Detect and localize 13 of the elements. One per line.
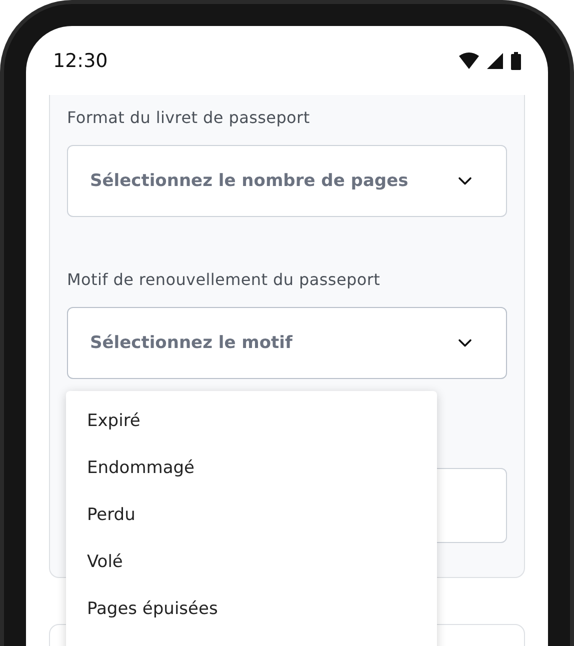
battery-icon <box>511 52 521 70</box>
select-field[interactable]: Sélectionnez le nombre de pages <box>67 145 507 217</box>
wifi-icon <box>459 52 479 69</box>
select-field[interactable]: Sélectionnez le motif <box>67 307 507 379</box>
menu-option[interactable]: Volé <box>66 538 437 585</box>
menu-option[interactable]: Pages épuisées <box>66 585 437 632</box>
field-label: Format du livret de passeport <box>67 107 311 129</box>
menu-option[interactable]: Expiré <box>66 397 437 444</box>
field-label: Motif de renouvellement du passeport <box>67 269 382 291</box>
signal-icon <box>487 52 503 68</box>
status-time: 12:30 <box>53 50 108 72</box>
menu-option[interactable]: Perdu <box>66 491 437 538</box>
menu-option[interactable]: Endommagé <box>66 444 437 491</box>
